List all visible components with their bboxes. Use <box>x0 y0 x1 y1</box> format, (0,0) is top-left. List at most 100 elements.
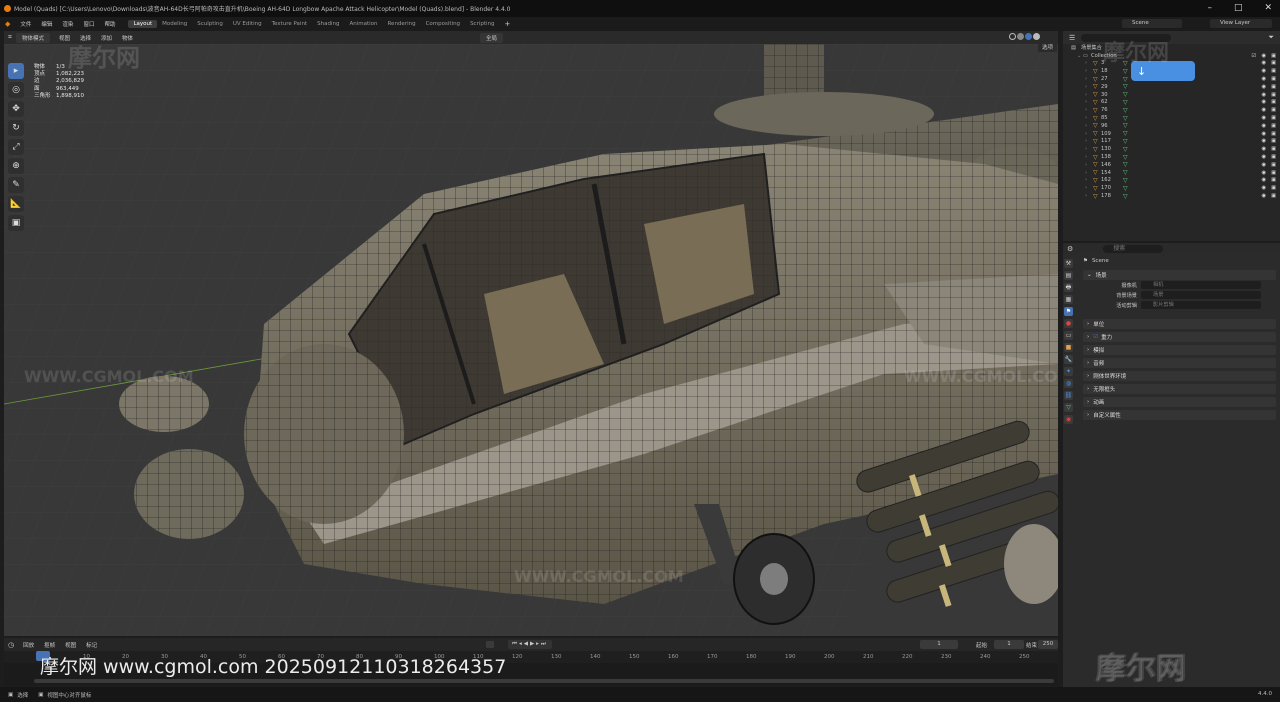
eye-icon[interactable]: ◉ <box>1261 123 1266 129</box>
move-tool-icon[interactable]: ✥ <box>8 101 24 117</box>
outliner-object-row[interactable]: › ▽ 117 ▽ ◉ ▣ <box>1063 138 1280 146</box>
panel-simulation[interactable]: › 模拟 <box>1083 345 1276 355</box>
expand-icon[interactable]: › <box>1085 76 1087 82</box>
viewport-scene[interactable]: WWW.CGMOL.COM WWW.CGMOL.COM WWW.CGMOL.CO… <box>4 44 1058 636</box>
menu-keying[interactable]: 抠帧 <box>39 641 60 649</box>
rendered-shading-icon[interactable] <box>1033 33 1040 40</box>
expand-icon[interactable]: › <box>1085 84 1087 90</box>
menu-playback[interactable]: 回放 <box>18 641 39 649</box>
camera-field[interactable]: 相机 <box>1141 281 1261 289</box>
outliner-object-row[interactable]: › ▽ 109 ▽ ◉ ▣ <box>1063 130 1280 138</box>
expand-icon[interactable]: › <box>1085 115 1087 121</box>
scene-tab-icon[interactable]: ⚑ <box>1064 307 1073 316</box>
eye-icon[interactable]: ◉ <box>1261 177 1266 183</box>
properties-editor-icon[interactable]: ⚙ <box>1067 245 1073 253</box>
3d-viewport[interactable]: WWW.CGMOL.COM WWW.CGMOL.COM WWW.CGMOL.CO… <box>4 44 1058 636</box>
panel-rigid-body-world[interactable]: › 刚体世界环境 <box>1083 371 1276 381</box>
outliner-object-row[interactable]: › ▽ 162 ▽ ◉ ▣ <box>1063 177 1280 185</box>
outliner-object-row[interactable]: › ▽ 85 ▽ ◉ ▣ <box>1063 114 1280 122</box>
outliner-collection[interactable]: ⌄ ▭ Collection ☑ ◉ ▣ <box>1063 52 1280 60</box>
camera-icon[interactable]: ▣ <box>1271 131 1276 137</box>
properties-search[interactable]: 搜索 <box>1103 244 1164 253</box>
expand-icon[interactable]: › <box>1085 123 1087 129</box>
outliner-scene-collection[interactable]: ▤ 场景集合 <box>1063 44 1280 52</box>
background-scene-field[interactable]: 场景 <box>1141 291 1261 299</box>
camera-icon[interactable]: ▣ <box>1271 146 1276 152</box>
menu-edit[interactable]: 编辑 <box>36 20 57 28</box>
playback-controls[interactable]: ⏮◂◀▶▸⏭ <box>508 640 552 649</box>
menu-timeline-view[interactable]: 视图 <box>60 641 81 649</box>
eye-icon[interactable]: ◉ <box>1261 162 1266 168</box>
eye-icon[interactable]: ◉ <box>1261 193 1266 199</box>
eye-icon[interactable]: ◉ <box>1261 154 1266 160</box>
minimize-icon[interactable]: – <box>1207 3 1212 13</box>
eye-icon[interactable]: ◉ <box>1261 99 1266 105</box>
data-tab-icon[interactable]: ▽ <box>1064 403 1073 412</box>
panel-animation[interactable]: › 动画 <box>1083 397 1276 407</box>
maximize-icon[interactable]: □ <box>1234 3 1243 13</box>
outliner-object-row[interactable]: › ▽ 138 ▽ ◉ ▣ <box>1063 153 1280 161</box>
object-tab-icon[interactable]: ■ <box>1064 343 1073 352</box>
expand-icon[interactable]: ⌄ <box>1077 53 1081 59</box>
tab-animation[interactable]: Animation <box>344 20 382 28</box>
eye-icon[interactable]: ◉ <box>1261 146 1266 152</box>
outliner-object-row[interactable]: › ▽ 130 ▽ ◉ ▣ <box>1063 145 1280 153</box>
add-workspace-icon[interactable]: + <box>500 20 516 28</box>
panel-units[interactable]: › 单位 <box>1083 319 1276 329</box>
timeline-editor-icon[interactable]: ◷ <box>4 641 18 649</box>
camera-icon[interactable]: ▣ <box>1271 170 1276 176</box>
eye-icon[interactable]: ◉ <box>1261 60 1266 66</box>
tool-tab-icon[interactable]: ⚒ <box>1064 259 1073 268</box>
tab-scripting[interactable]: Scripting <box>465 20 499 28</box>
eye-icon[interactable]: ◉ <box>1261 76 1266 82</box>
modifier-tab-icon[interactable]: 🔧 <box>1064 355 1073 364</box>
start-frame-field[interactable]: 1 <box>994 640 1024 649</box>
eye-icon[interactable]: ◉ <box>1261 92 1266 98</box>
menu-marker[interactable]: 标记 <box>81 641 102 649</box>
panel-scene-header[interactable]: ⌄ 场景 <box>1083 270 1276 280</box>
expand-icon[interactable]: › <box>1085 107 1087 113</box>
measure-tool-icon[interactable]: 📐 <box>8 196 24 212</box>
eye-icon[interactable]: ◉ <box>1261 115 1266 121</box>
outliner-object-row[interactable]: › ▽ 178 ▽ ◉ ▣ <box>1063 192 1280 200</box>
view-layer-tab-icon[interactable]: ▦ <box>1064 295 1073 304</box>
editor-type-icon[interactable]: ◆ <box>0 20 15 28</box>
camera-icon[interactable]: ▣ <box>1271 177 1276 183</box>
expand-icon[interactable]: › <box>1085 92 1087 98</box>
tab-modeling[interactable]: Modeling <box>157 20 192 28</box>
constraints-tab-icon[interactable]: ⛓ <box>1064 391 1073 400</box>
wireframe-shading-icon[interactable] <box>1009 33 1016 40</box>
physics-tab-icon[interactable]: ◍ <box>1064 379 1073 388</box>
camera-icon[interactable]: ▣ <box>1271 60 1276 66</box>
camera-icon[interactable]: ▣ <box>1271 154 1276 160</box>
tab-texture-paint[interactable]: Texture Paint <box>267 20 313 28</box>
eye-icon[interactable]: ◉ <box>1261 68 1266 74</box>
transform-orientation-selector[interactable]: 全局 <box>480 33 504 43</box>
checkbox-icon[interactable]: ☑ <box>1251 53 1256 59</box>
panel-keying[interactable]: › 无限框头 <box>1083 384 1276 394</box>
outliner-object-row[interactable]: › ▽ 30 ▽ ◉ ▣ <box>1063 91 1280 99</box>
menu-help[interactable]: 帮助 <box>99 20 120 28</box>
panel-gravity[interactable]: › ☑ 重力 <box>1083 332 1276 342</box>
expand-icon[interactable]: › <box>1085 170 1087 176</box>
panel-audio[interactable]: › 音频 <box>1083 358 1276 368</box>
camera-icon[interactable]: ▣ <box>1271 193 1276 199</box>
annotate-tool-icon[interactable]: ✎ <box>8 177 24 193</box>
camera-icon[interactable]: ▣ <box>1271 92 1276 98</box>
particles-tab-icon[interactable]: ✦ <box>1064 367 1073 376</box>
eye-icon[interactable]: ◉ <box>1261 170 1266 176</box>
tab-sculpting[interactable]: Sculpting <box>192 20 228 28</box>
expand-icon[interactable]: › <box>1085 99 1087 105</box>
view-layer-selector[interactable]: View Layer <box>1210 19 1272 28</box>
camera-icon[interactable]: ▣ <box>1271 76 1276 82</box>
solid-shading-icon[interactable] <box>1017 33 1024 40</box>
end-frame-field[interactable]: 250 <box>1038 640 1058 649</box>
render-tab-icon[interactable]: ▤ <box>1064 271 1073 280</box>
shading-modes[interactable] <box>1009 33 1040 40</box>
eye-icon[interactable]: ◉ <box>1261 107 1266 113</box>
outliner-editor-icon[interactable]: ☰ <box>1069 34 1075 42</box>
timeline-scrollbar[interactable] <box>34 679 1054 683</box>
menu-file[interactable]: 文件 <box>15 20 36 28</box>
eye-icon[interactable]: ◉ <box>1261 131 1266 137</box>
select-box-icon[interactable]: ▸ <box>8 63 24 79</box>
